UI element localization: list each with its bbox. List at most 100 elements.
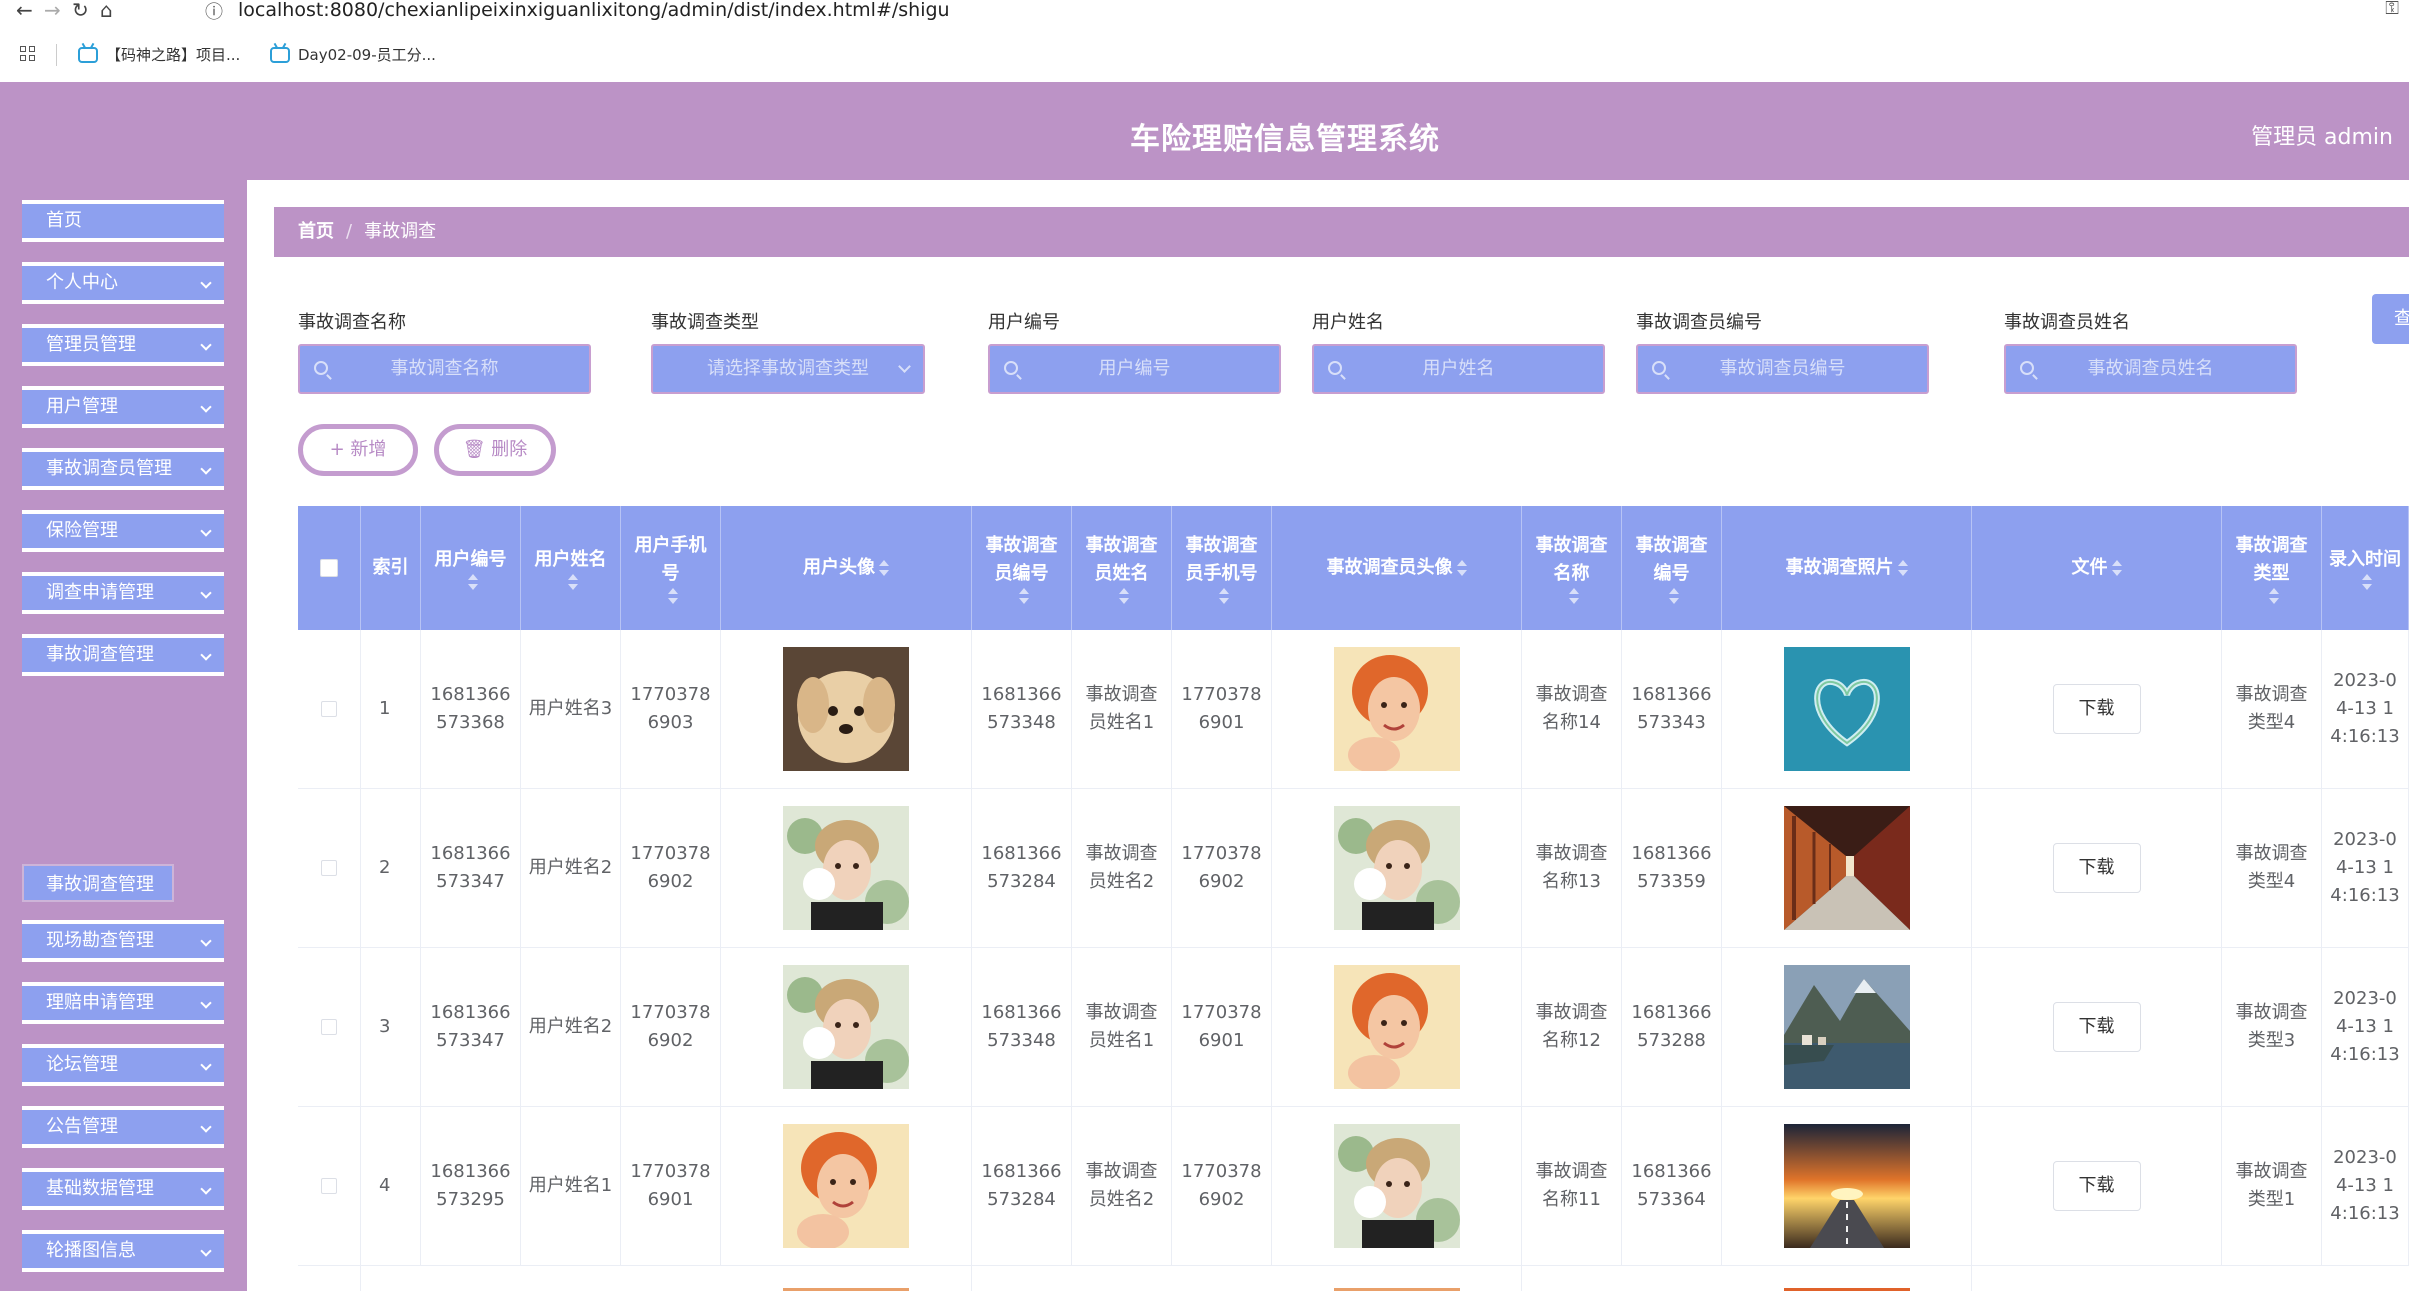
sidebar-item-basic-data[interactable]: 基础数据管理 [22,1168,224,1210]
table-header-investigator-no[interactable]: 事故调查员编号 [972,506,1072,630]
cell-user-no: 1681366573347 [421,948,521,1106]
apps-grid-icon[interactable] [20,46,36,62]
woman-avatar-image[interactable] [1333,647,1460,771]
man-avatar-image[interactable] [1333,806,1460,930]
sort-icon[interactable] [467,574,478,590]
sidebar-item-user-management[interactable]: 用户管理 [22,386,224,428]
sidebar-item-carousel[interactable]: 轮播图信息 [22,1230,224,1272]
sort-icon[interactable] [2362,574,2372,590]
table-header-file[interactable]: 文件 [1972,506,2222,630]
admin-user-label[interactable]: 管理员 admin [2251,119,2393,151]
sidebar-item-site-survey[interactable]: 现场勘查管理 [22,920,224,962]
row-select-cell [298,1107,361,1265]
heart-island-photo[interactable] [1783,647,1910,771]
bookmark-separator [56,44,57,66]
sort-icon[interactable] [2268,588,2279,604]
table-header-accident-photo[interactable]: 事故调查照片 [1722,506,1972,630]
row-checkbox[interactable] [321,701,337,717]
cell-accident-name: 事故调查名称14 [1522,630,1622,788]
woman-avatar-image[interactable] [1333,965,1460,1089]
reload-icon[interactable]: ↻ [72,0,89,22]
sort-icon[interactable] [1018,588,1029,604]
cell-accident-no: 1681366573364 [1622,1107,1722,1265]
table-header-user-name[interactable]: 用户姓名 [521,506,621,630]
search-input-investigator-no[interactable]: 事故调查员编号 [1636,344,1929,394]
woman-avatar-image[interactable] [783,1124,909,1248]
sidebar-item-admin-management[interactable]: 管理员管理 [22,324,224,366]
sidebar-item-personal-center[interactable]: 个人中心 [22,262,224,304]
sidebar-item-investigator-management[interactable]: 事故调查员管理 [22,448,224,490]
forward-arrow-icon[interactable]: → [44,0,61,22]
download-button[interactable]: 下载 [2052,1161,2141,1211]
table-header-accident-type[interactable]: 事故调查类型 [2222,506,2322,630]
row-checkbox[interactable] [321,1178,337,1194]
search-label-investigator-no: 事故调查员编号 [1636,312,1762,333]
row-checkbox[interactable] [321,860,337,876]
cell-accident-photo [1722,1107,1972,1265]
table-header-accident-no[interactable]: 事故调查编号 [1622,506,1722,630]
add-button[interactable]: + 新增 [298,424,418,476]
man-avatar-image[interactable] [1333,1124,1460,1248]
search-input-user-name[interactable]: 用户姓名 [1312,344,1605,394]
sort-icon[interactable] [1897,560,1908,576]
corridor-photo[interactable] [1783,806,1910,930]
chevron-down-icon [200,1245,212,1257]
search-input-user-no[interactable]: 用户编号 [988,344,1281,394]
search-icon [1328,361,1342,375]
cell-accident-type: 事故调查类型1 [2222,1107,2322,1265]
table-header-select[interactable] [298,506,361,630]
delete-button[interactable]: 🗑 删除 [434,424,556,476]
puppy-avatar-image[interactable] [783,647,909,771]
sort-icon[interactable] [1568,588,1579,604]
sidebar-item-claim-application[interactable]: 理赔申请管理 [22,982,224,1024]
cell-investigator-avatar [1272,789,1522,947]
site-info-icon[interactable]: ⓘ [205,0,223,24]
sort-icon[interactable] [567,574,578,590]
table-header-user-avatar[interactable]: 用户头像 [721,506,972,630]
table-header-user-no[interactable]: 用户编号 [421,506,521,630]
search-select-accident-type[interactable]: 请选择事故调查类型 [651,344,925,394]
sidebar-item-insurance-management[interactable]: 保险管理 [22,510,224,552]
download-button[interactable]: 下载 [2052,1002,2141,1052]
sort-icon[interactable] [1118,588,1129,604]
sort-icon[interactable] [2111,560,2122,576]
bookmark-item-2[interactable]: Day02-09-员工分... [270,44,436,65]
sunset-road-photo[interactable] [1783,1124,1910,1248]
sort-icon[interactable] [667,588,678,604]
home-icon[interactable]: ⌂ [100,0,113,22]
sidebar-item-investigation-application[interactable]: 调查申请管理 [22,572,224,614]
man-avatar-image[interactable] [783,965,909,1089]
bookmark-item-1[interactable]: 【码神之路】项目... [78,44,240,65]
sidebar-item-notice-management[interactable]: 公告管理 [22,1106,224,1148]
sidebar-subitem-accident-investigation[interactable]: 事故调查管理 [22,864,174,902]
sort-icon[interactable] [1218,588,1229,604]
select-all-checkbox[interactable] [320,559,338,577]
sidebar-item-accident-investigation[interactable]: 事故调查管理 [22,634,224,676]
sidebar-item-home[interactable]: 首页 [22,200,224,242]
breadcrumb-home[interactable]: 首页 [298,221,334,242]
search-input-investigator-name[interactable]: 事故调查员姓名 [2004,344,2297,394]
search-input-accident-name[interactable]: 事故调查名称 [298,344,591,394]
table-header-entry-time[interactable]: 录入时间 [2322,506,2409,630]
back-arrow-icon[interactable]: ← [16,0,33,22]
man-avatar-image[interactable] [783,806,909,930]
bilibili-icon [270,46,290,63]
cell-investigator-phone: 17703786902 [1172,789,1272,947]
download-button[interactable]: 下载 [2052,684,2141,734]
sort-icon[interactable] [879,560,889,576]
table-header-investigator-phone[interactable]: 事故调查员手机号 [1172,506,1272,630]
key-icon[interactable]: ⚿ [2385,0,2399,19]
sort-icon[interactable] [1668,588,1679,604]
sidebar-item-forum-management[interactable]: 论坛管理 [22,1044,224,1086]
table-header-investigator-avatar[interactable]: 事故调查员头像 [1272,506,1522,630]
sort-icon[interactable] [1456,560,1467,576]
table-header-accident-name[interactable]: 事故调查名称 [1522,506,1622,630]
url-text[interactable]: localhost:8080/chexianlipeixinxiguanlixi… [238,0,950,21]
table-header-investigator-name[interactable]: 事故调查员姓名 [1072,506,1172,630]
lake-village-photo[interactable] [1783,965,1910,1089]
chevron-down-icon [200,587,212,599]
table-header-user-phone[interactable]: 用户手机号 [621,506,721,630]
query-button[interactable]: 查 [2372,294,2409,344]
row-checkbox[interactable] [321,1019,337,1035]
download-button[interactable]: 下载 [2052,843,2141,893]
